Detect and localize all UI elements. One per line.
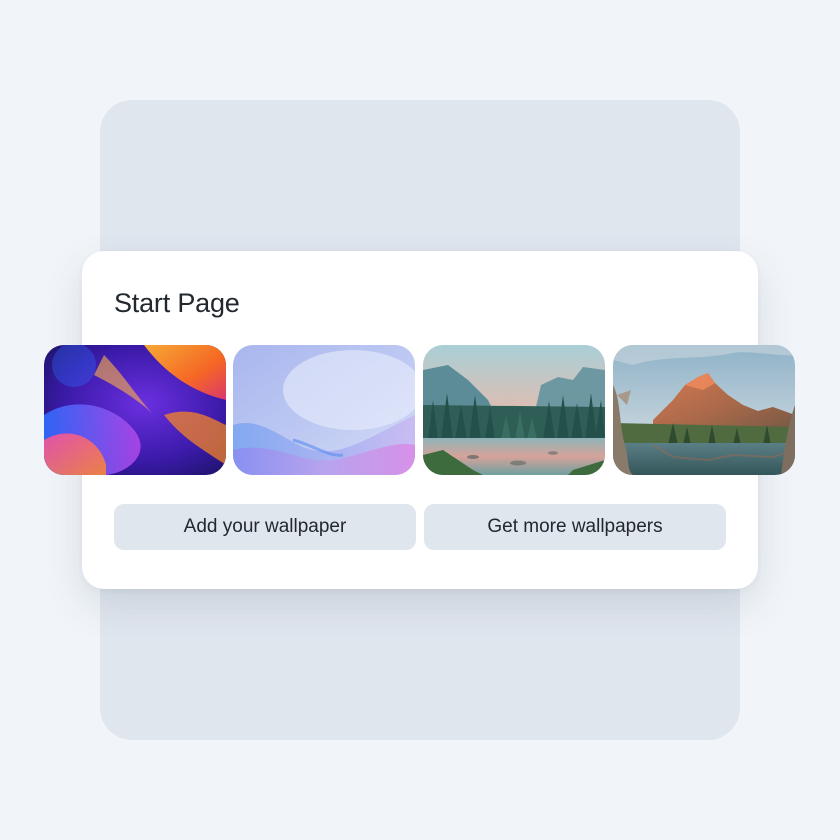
lavender-wallpaper-image — [233, 345, 415, 475]
forest-wallpaper-image — [423, 345, 605, 475]
page-title: Start Page — [114, 288, 240, 318]
wallpaper-thumbnail-forest[interactable] — [423, 345, 605, 475]
abstract-wallpaper-image — [44, 345, 226, 475]
mountain-wallpaper-image — [613, 345, 795, 475]
wallpaper-thumbnail-mountain[interactable] — [613, 345, 795, 475]
get-more-wallpapers-button[interactable]: Get more wallpapers — [424, 504, 726, 550]
wallpaper-thumbnail-lavender[interactable] — [233, 345, 415, 475]
add-wallpaper-button[interactable]: Add your wallpaper — [114, 504, 416, 550]
wallpaper-thumbnail-abstract[interactable] — [44, 345, 226, 475]
